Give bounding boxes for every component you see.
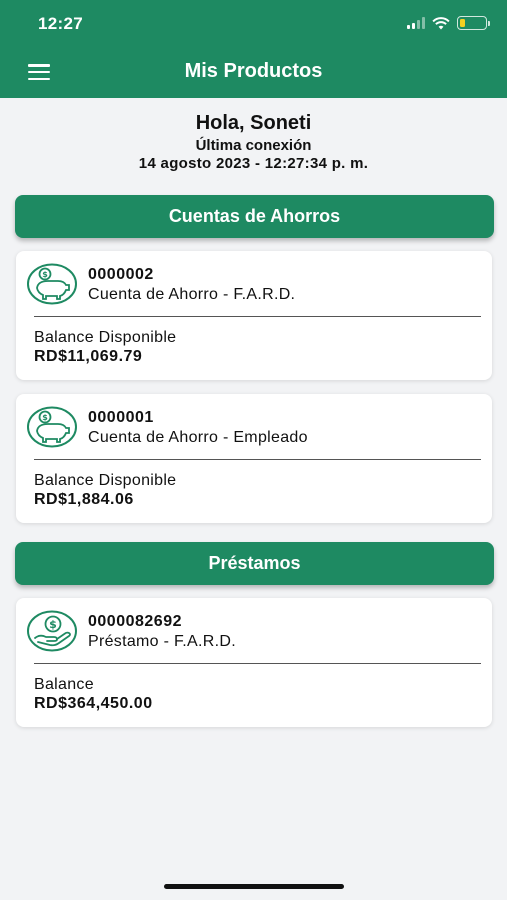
savings-account-card[interactable]: $ 0000001 Cuenta de Ahorro - Empleado Ba… <box>16 394 492 523</box>
balance-label: Balance Disponible <box>34 329 177 346</box>
savings-account-card[interactable]: $ 0000002 Cuenta de Ahorro - F.A.R.D. Ba… <box>16 251 492 380</box>
svg-text:$: $ <box>42 413 48 422</box>
app-header: 12:27 Mis Productos <box>0 0 507 98</box>
status-icons <box>407 16 490 30</box>
account-number: 0000002 <box>88 266 154 283</box>
account-name: Cuenta de Ahorro - Empleado <box>88 429 308 446</box>
loans-section-header: Préstamos <box>15 542 494 585</box>
status-time: 12:27 <box>38 14 83 33</box>
loan-card[interactable]: $ 0000082692 Préstamo - F.A.R.D. Balance… <box>16 598 492 727</box>
piggy-bank-icon: $ <box>27 406 77 448</box>
page-title: Mis Productos <box>184 60 323 82</box>
piggy-bank-icon: $ <box>27 263 77 305</box>
savings-section-header: Cuentas de Ahorros <box>15 195 494 238</box>
account-name: Cuenta de Ahorro - F.A.R.D. <box>88 286 296 303</box>
wifi-icon <box>432 16 450 29</box>
loan-name: Préstamo - F.A.R.D. <box>88 633 236 650</box>
svg-text:$: $ <box>49 618 57 631</box>
greeting: Hola, Soneti Última conexión 14 agosto 2… <box>0 112 507 172</box>
home-indicator[interactable] <box>164 884 344 889</box>
greeting-hello: Hola, Soneti <box>195 112 312 134</box>
balance-value: RD$11,069.79 <box>34 348 143 365</box>
hand-coin-icon: $ <box>27 610 77 652</box>
loan-number: 0000082692 <box>88 613 182 630</box>
divider <box>34 316 481 317</box>
balance-value: RD$1,884.06 <box>34 491 134 508</box>
account-number: 0000001 <box>88 409 154 426</box>
divider <box>34 459 481 460</box>
balance-label: Balance <box>34 676 94 693</box>
svg-text:$: $ <box>42 270 48 279</box>
battery-icon <box>457 16 490 30</box>
balance-value: RD$364,450.00 <box>34 695 153 712</box>
last-login-datetime: 14 agosto 2023 - 12:27:34 p. m. <box>138 155 369 172</box>
last-login-label: Última conexión <box>195 137 312 154</box>
divider <box>34 663 481 664</box>
signal-icon <box>407 17 425 29</box>
balance-label: Balance Disponible <box>34 472 177 489</box>
